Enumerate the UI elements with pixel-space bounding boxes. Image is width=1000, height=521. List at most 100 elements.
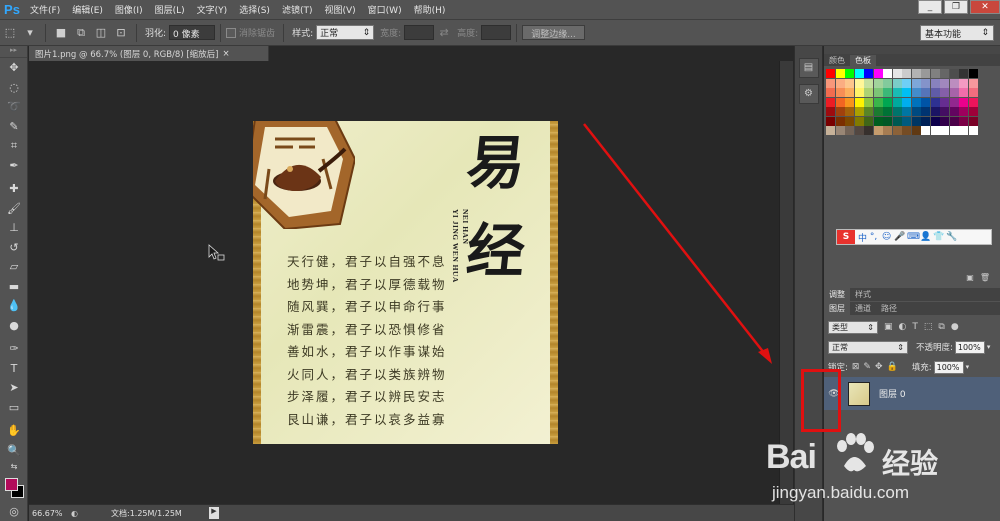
color-swatch[interactable] <box>930 107 940 116</box>
color-swatch[interactable] <box>930 69 940 78</box>
filter-toggle-icon[interactable]: ● <box>951 322 959 332</box>
color-swatch[interactable] <box>959 107 968 116</box>
color-swatch[interactable] <box>949 97 959 107</box>
intersect-selection-icon[interactable]: ⊡ <box>113 25 129 41</box>
color-swatch[interactable] <box>892 69 902 78</box>
color-swatch[interactable] <box>892 107 902 116</box>
color-swatch[interactable] <box>873 116 883 126</box>
color-swatch[interactable] <box>930 116 940 126</box>
tab-paths[interactable]: 路径 <box>876 302 902 315</box>
color-swatch[interactable] <box>921 107 930 116</box>
foreground-color-swatch[interactable] <box>5 478 18 491</box>
new-swatch-icon[interactable]: ▣ <box>966 273 974 284</box>
quick-select-tool-icon[interactable]: ✎ <box>0 117 28 137</box>
brush-tool-icon[interactable]: 🖌 <box>0 199 28 219</box>
panel-grip-icon[interactable]: ▸▸ <box>0 46 27 58</box>
color-swatch[interactable] <box>826 116 835 126</box>
color-swatch[interactable] <box>968 78 978 88</box>
default-colors-icon[interactable]: ⇆ <box>0 460 28 472</box>
menu-type[interactable]: 文字(Y) <box>191 3 234 16</box>
color-swatch[interactable] <box>959 78 968 88</box>
gradient-tool-icon[interactable]: ▬ <box>0 277 28 297</box>
add-selection-icon[interactable]: ⧉ <box>73 25 89 41</box>
color-swatch[interactable] <box>940 88 949 97</box>
skin-icon[interactable]: 👕 <box>933 232 944 243</box>
blur-tool-icon[interactable]: 💧 <box>0 296 28 316</box>
emoji-icon[interactable]: ☺ <box>881 232 892 243</box>
color-swatch[interactable] <box>873 78 883 88</box>
keyboard-icon[interactable]: ⌨ <box>907 232 920 243</box>
color-swatch[interactable] <box>968 126 978 135</box>
color-swatch[interactable] <box>826 78 835 88</box>
tab-color[interactable]: 颜色 <box>824 55 850 66</box>
feather-input[interactable]: 0 像素 <box>169 25 216 40</box>
type-tool-icon[interactable]: T <box>0 359 28 379</box>
layer-filter-select[interactable]: 类型 ⇕ <box>828 320 878 334</box>
zoom-level[interactable]: 66.67% <box>29 509 65 518</box>
color-swatch[interactable] <box>940 69 949 78</box>
color-swatch[interactable] <box>873 97 883 107</box>
width-input[interactable] <box>404 25 435 40</box>
input-mode-label[interactable]: 中 <box>858 231 867 244</box>
color-swatch[interactable] <box>864 116 873 126</box>
color-swatch[interactable] <box>854 116 864 126</box>
color-swatch[interactable] <box>864 107 873 116</box>
color-swatch[interactable] <box>835 116 845 126</box>
path-select-tool-icon[interactable]: ➤ <box>0 378 28 398</box>
color-swatch[interactable] <box>902 126 911 135</box>
filter-type-icon[interactable]: T <box>912 322 918 332</box>
microphone-icon[interactable]: 🎤 <box>894 232 905 243</box>
color-swatch[interactable] <box>845 69 854 78</box>
color-swatch[interactable] <box>930 88 940 97</box>
color-swatch[interactable] <box>883 97 892 107</box>
color-swatch[interactable] <box>930 126 940 135</box>
style-select[interactable]: 正常 ⇕ <box>316 25 375 40</box>
workspace-select[interactable]: 基本功能 ⇕ <box>920 25 994 41</box>
color-swatch[interactable] <box>949 78 959 88</box>
color-swatch[interactable] <box>883 107 892 116</box>
color-swatch[interactable] <box>902 88 911 97</box>
color-swatch[interactable] <box>864 88 873 97</box>
color-swatch[interactable] <box>949 116 959 126</box>
color-swatch[interactable] <box>835 107 845 116</box>
color-swatch[interactable] <box>968 88 978 97</box>
color-swatch[interactable] <box>835 78 845 88</box>
color-swatch[interactable] <box>883 69 892 78</box>
color-swatch[interactable] <box>826 88 835 97</box>
color-swatch[interactable] <box>940 126 949 135</box>
chevron-down-icon[interactable]: ▾ <box>987 343 991 351</box>
color-swatch[interactable] <box>902 69 911 78</box>
opacity-input[interactable]: 100% <box>954 340 985 354</box>
move-tool-icon[interactable]: ✥ <box>0 58 28 78</box>
color-swatch[interactable] <box>959 116 968 126</box>
color-swatch[interactable] <box>826 97 835 107</box>
color-swatch[interactable] <box>845 116 854 126</box>
color-swatch[interactable] <box>921 126 930 135</box>
menu-layer[interactable]: 图层(L) <box>149 3 191 16</box>
status-info-icon[interactable]: ◐ <box>71 509 78 518</box>
color-swatch[interactable] <box>911 126 921 135</box>
restore-button[interactable]: ❐ <box>944 0 968 14</box>
color-swatch[interactable] <box>854 107 864 116</box>
color-swatch[interactable] <box>873 88 883 97</box>
color-swatch[interactable] <box>968 69 978 78</box>
color-swatch[interactable] <box>930 78 940 88</box>
color-swatch[interactable] <box>911 116 921 126</box>
tab-styles[interactable]: 样式 <box>850 288 876 301</box>
color-swatch[interactable] <box>854 69 864 78</box>
height-input[interactable] <box>481 25 512 40</box>
dodge-tool-icon[interactable]: ● <box>0 316 28 336</box>
preset-dropdown-icon[interactable]: ▾ <box>22 25 38 41</box>
marquee-tool-preset-icon[interactable]: ⬚ <box>2 25 18 41</box>
menu-image[interactable]: 图像(I) <box>109 3 149 16</box>
color-swatch[interactable] <box>959 97 968 107</box>
lock-position-icon[interactable]: ✥ <box>875 362 883 372</box>
trash-icon[interactable]: 🗑 <box>980 273 990 284</box>
color-swatch[interactable] <box>921 116 930 126</box>
color-swatch[interactable] <box>902 97 911 107</box>
color-swatch[interactable] <box>902 107 911 116</box>
settings-icon[interactable]: 🔧 <box>946 232 957 243</box>
refine-edge-button[interactable]: 调整边缘... <box>522 25 585 40</box>
document-image[interactable]: YI JING WEN HUA NEI HAN 易 经 天行健，君子以自强不息 … <box>253 121 558 444</box>
color-swatch[interactable] <box>892 97 902 107</box>
